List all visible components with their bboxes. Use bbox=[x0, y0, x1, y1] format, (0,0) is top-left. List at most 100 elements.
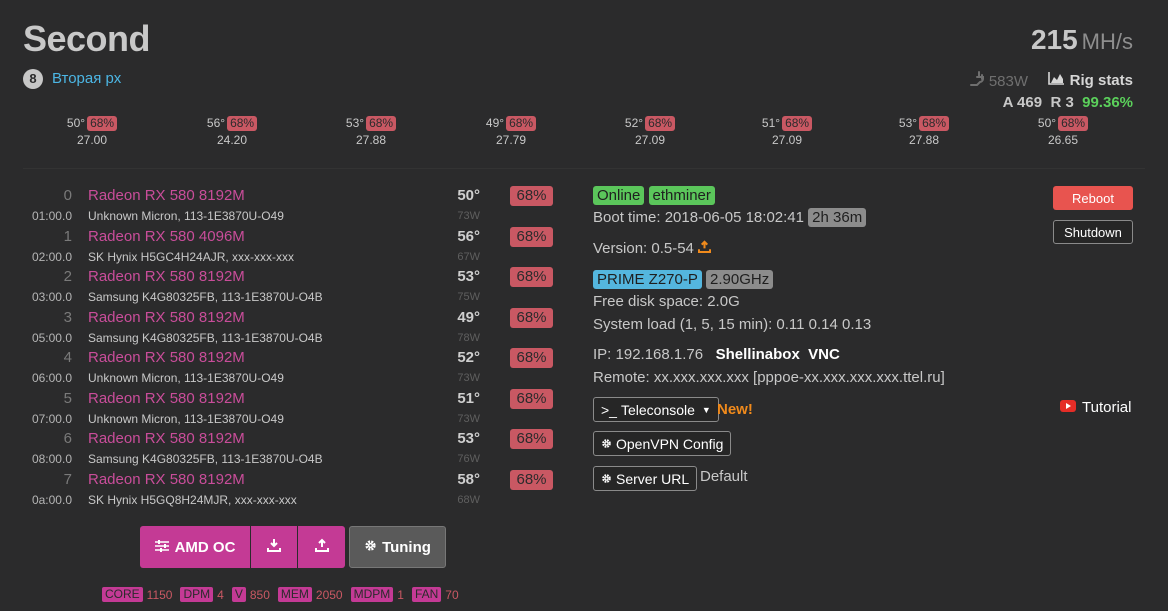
gpu-summary: 50° 68% 27.00 bbox=[52, 116, 132, 147]
download-oc-button[interactable] bbox=[251, 526, 297, 568]
summary-fan: 68% bbox=[227, 116, 258, 131]
gpu-temp: 56° bbox=[457, 227, 480, 245]
total-hashrate: 215 MH/s bbox=[1031, 24, 1133, 56]
shares-rejected: R 3 bbox=[1050, 94, 1074, 111]
gpu-memory-info: SK Hynix H5GQ8H24MJR, xxx-xxx-xxx bbox=[88, 492, 297, 507]
gpu-bus-id: 08:00.0 bbox=[31, 452, 72, 466]
reboot-button[interactable]: Reboot bbox=[1053, 186, 1133, 210]
area-chart-icon bbox=[1047, 71, 1065, 89]
amd-oc-label: AMD OC bbox=[174, 538, 236, 556]
tuning-button[interactable]: Tuning bbox=[349, 526, 446, 568]
gpu-fan-badge: 68% bbox=[510, 429, 553, 449]
gpu-power: 78W bbox=[457, 331, 480, 344]
summary-hashrate: 27.09 bbox=[634, 133, 666, 147]
gpu-summary: 51° 68% 27.09 bbox=[747, 116, 827, 147]
tuning-label: Tuning bbox=[382, 538, 431, 556]
summary-temp: 52° bbox=[624, 116, 644, 130]
oc-core-label: CORE bbox=[102, 587, 143, 602]
rig-id-badge: 8 bbox=[23, 69, 43, 89]
gpu-summary: 53° 68% 27.88 bbox=[331, 116, 411, 147]
oc-v-value: 850 bbox=[249, 587, 270, 602]
gpu-name[interactable]: Radeon RX 580 8192M bbox=[88, 349, 245, 366]
version-row: Version: 0.5-54 bbox=[593, 240, 712, 257]
gpu-temp: 53° bbox=[457, 268, 480, 285]
version: Version: 0.5-54 bbox=[593, 240, 694, 257]
summary-temp: 50° bbox=[66, 116, 86, 130]
gpu-bus-id: 03:00.0 bbox=[31, 290, 72, 304]
gpu-power: 68W bbox=[457, 493, 480, 506]
download-icon bbox=[267, 538, 281, 557]
caret-down-icon: ▼ bbox=[701, 404, 711, 415]
gpu-memory-info: Unknown Micron, 113-1E3870U-O49 bbox=[88, 411, 284, 426]
gpu-name[interactable]: Radeon RX 580 8192M bbox=[88, 268, 245, 285]
upload-oc-button[interactable] bbox=[298, 526, 345, 568]
power-value: 583W bbox=[988, 72, 1028, 90]
gpu-temp: 58° bbox=[457, 470, 480, 488]
summary-hashrate: 27.88 bbox=[355, 133, 387, 147]
gpu-name[interactable]: Radeon RX 580 8192M bbox=[88, 471, 245, 488]
gpu-memory-info: Samsung K4G80325FB, 113-1E3870U-O4B bbox=[88, 452, 323, 466]
gpu-memory-info: Samsung K4G80325FB, 113-1E3870U-O4B bbox=[88, 290, 323, 304]
gpu-name[interactable]: Radeon RX 580 8192M bbox=[88, 187, 245, 204]
summary-hashrate: 27.88 bbox=[908, 133, 940, 147]
upgrade-icon[interactable] bbox=[697, 240, 712, 257]
shellinabox-link[interactable]: Shellinabox bbox=[716, 346, 800, 363]
gpu-name[interactable]: Radeon RX 580 8192M bbox=[88, 430, 245, 447]
summary-fan: 68% bbox=[366, 116, 397, 131]
gpu-name[interactable]: Radeon RX 580 8192M bbox=[88, 309, 245, 326]
gpu-temp: 50° bbox=[457, 187, 480, 204]
shutdown-button[interactable]: Shutdown bbox=[1053, 220, 1133, 244]
shares-percent: 99.36% bbox=[1082, 94, 1133, 111]
amd-oc-button[interactable]: AMD OC bbox=[140, 526, 250, 568]
summary-hashrate: 27.09 bbox=[771, 133, 803, 147]
upload-icon bbox=[314, 538, 329, 557]
gpu-summary: 50° 68% 26.65 bbox=[1023, 116, 1103, 147]
tutorial-label: Tutorial bbox=[1082, 399, 1132, 416]
oc-v-label: V bbox=[231, 587, 246, 602]
summary-fan: 68% bbox=[87, 116, 118, 131]
gpu-bus-id: 0a:00.0 bbox=[31, 492, 72, 507]
oc-mem-value: 2050 bbox=[315, 587, 343, 602]
gpu-fan-badge: 68% bbox=[510, 388, 553, 409]
gear-icon bbox=[364, 539, 377, 556]
tutorial-link[interactable]: Tutorial bbox=[1060, 399, 1131, 416]
gpu-fan-badge: 68% bbox=[510, 348, 553, 368]
summary-temp: 53° bbox=[345, 116, 365, 130]
ip-address: IP: 192.168.1.76 bbox=[593, 346, 704, 363]
new-badge: New! bbox=[717, 401, 753, 418]
summary-temp: 49° bbox=[485, 116, 505, 130]
summary-fan: 68% bbox=[782, 116, 813, 131]
summary-hashrate: 27.79 bbox=[495, 133, 527, 147]
gpu-bus-id: 06:00.0 bbox=[31, 371, 72, 385]
status-row: Online ethminer bbox=[593, 186, 715, 205]
oc-dpm-label: DPM bbox=[180, 587, 214, 602]
summary-fan: 68% bbox=[645, 116, 676, 131]
shares-accepted: A 469 bbox=[1002, 94, 1043, 111]
rig-group-link[interactable]: Вторая рх bbox=[52, 70, 121, 87]
summary-fan: 68% bbox=[506, 116, 537, 131]
gpu-name[interactable]: Radeon RX 580 4096M bbox=[88, 228, 245, 245]
disk-space: Free disk space: 2.0G bbox=[593, 293, 740, 310]
online-badge: Online bbox=[593, 186, 645, 205]
hashrate-value: 215 bbox=[1030, 24, 1078, 55]
gpu-index: 1 bbox=[63, 227, 72, 245]
rig-stats-link[interactable]: Rig stats bbox=[1047, 71, 1133, 89]
openvpn-config-button[interactable]: OpenVPN Config bbox=[593, 431, 732, 456]
power-usage: 583W bbox=[969, 71, 1028, 91]
gpu-summary: 56° 68% 24.20 bbox=[192, 116, 272, 147]
gpu-fan-badge: 68% bbox=[510, 267, 553, 287]
gpu-memory-info: Unknown Micron, 113-1E3870U-O49 bbox=[88, 371, 284, 385]
server-url-button[interactable]: Server URL bbox=[593, 466, 698, 491]
gpu-temp: 49° bbox=[457, 308, 480, 326]
gear-icon bbox=[601, 471, 612, 487]
summary-temp: 53° bbox=[898, 116, 918, 130]
gpu-name[interactable]: Radeon RX 580 8192M bbox=[88, 390, 245, 407]
shares-stats: A 469 R 3 99.36% bbox=[1003, 94, 1133, 111]
vnc-link[interactable]: VNC bbox=[808, 346, 840, 363]
oc-fan-label: FAN bbox=[411, 587, 442, 602]
gpu-power: 75W bbox=[457, 291, 480, 303]
gpu-temp: 53° bbox=[457, 430, 480, 447]
gpu-fan-badge: 68% bbox=[510, 186, 553, 206]
system-load: System load (1, 5, 15 min): 0.11 0.14 0.… bbox=[593, 316, 872, 333]
teleconsole-button[interactable]: >_ Teleconsole ▼ bbox=[593, 397, 719, 422]
